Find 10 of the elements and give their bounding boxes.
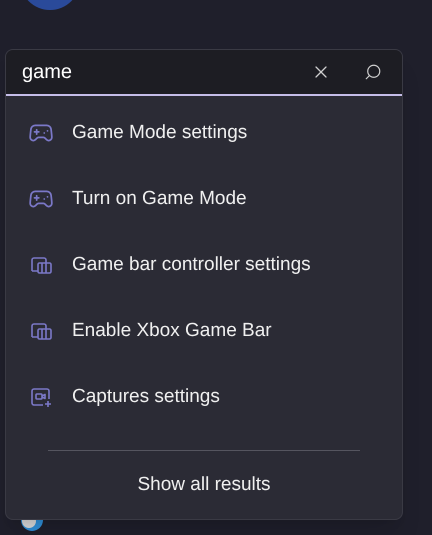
search-result[interactable]: Captures settings	[6, 364, 402, 430]
search-input[interactable]: game	[22, 57, 306, 87]
search-result[interactable]: Enable Xbox Game Bar	[6, 298, 402, 364]
search-result[interactable]: Game Mode settings	[6, 100, 402, 166]
search-icon	[364, 63, 382, 81]
capture-icon	[29, 385, 53, 409]
search-field[interactable]: game	[6, 50, 402, 96]
search-result[interactable]: Game bar controller settings	[6, 232, 402, 298]
search-result[interactable]: Turn on Game Mode	[6, 166, 402, 232]
show-all-results-link[interactable]: Show all results	[137, 471, 271, 500]
